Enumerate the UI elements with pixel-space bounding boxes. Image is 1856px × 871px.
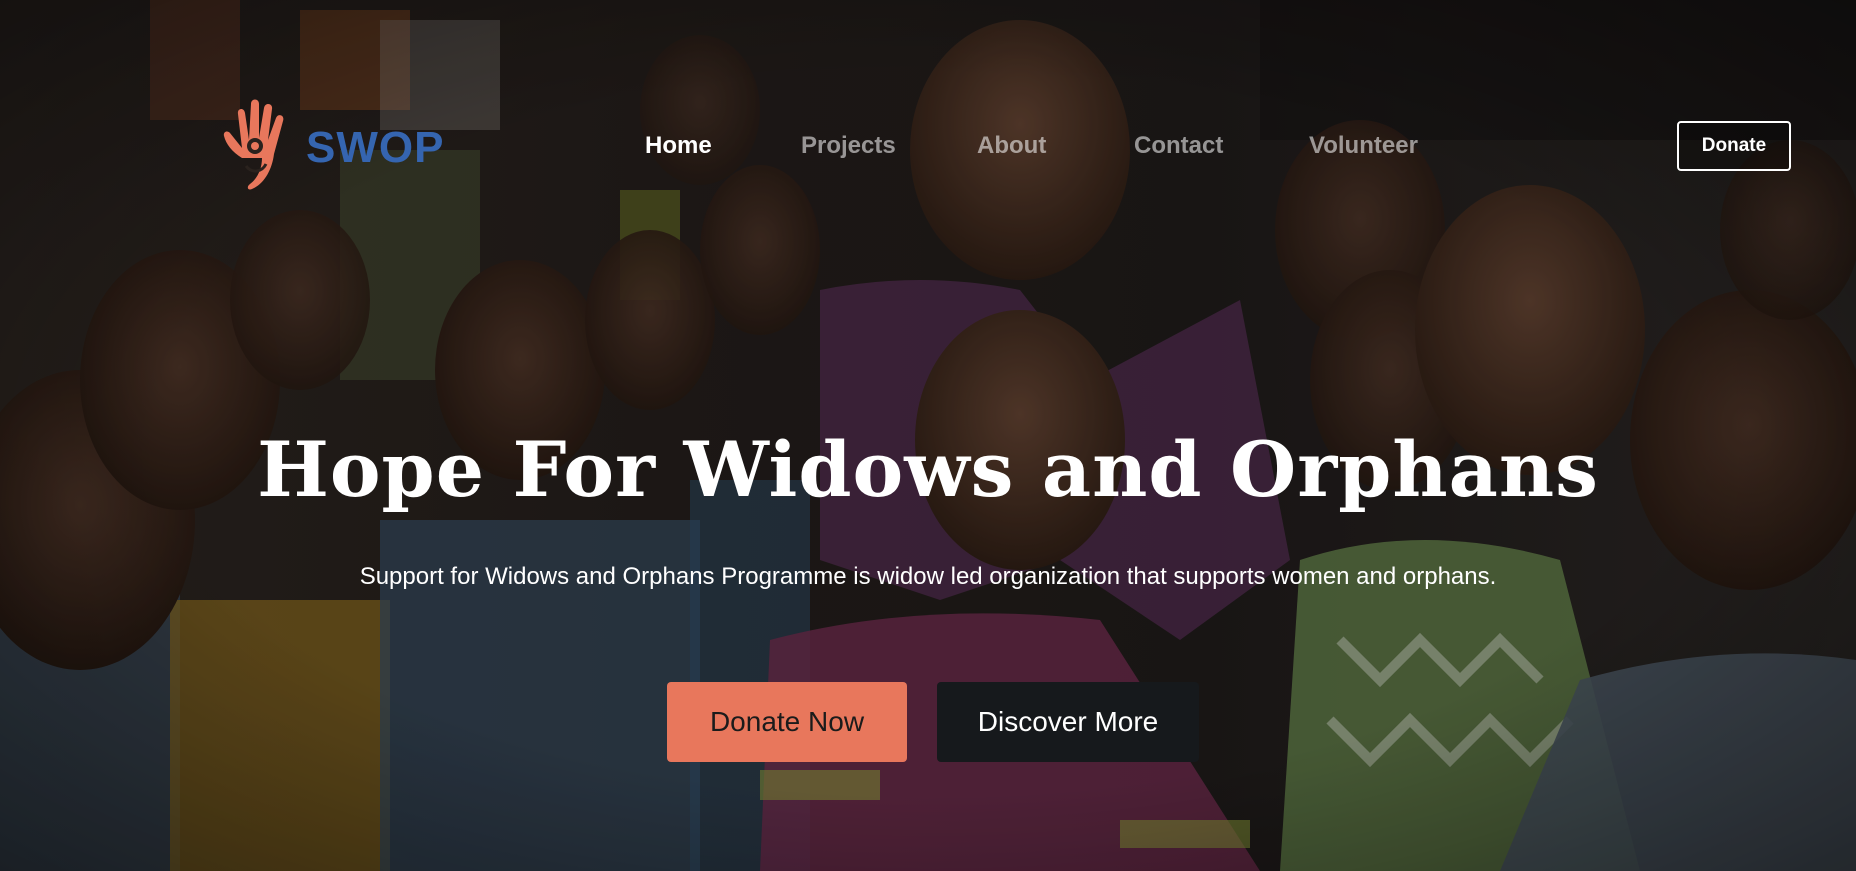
- nav-contact[interactable]: Contact: [1134, 126, 1223, 166]
- nav-volunteer[interactable]: Volunteer: [1309, 126, 1418, 166]
- donate-button[interactable]: Donate: [1677, 121, 1791, 171]
- cta-row: Donate Now Discover More: [667, 682, 1199, 762]
- hero-section: SWOP Home Projects About Contact Volunte…: [0, 0, 1856, 871]
- nav-home[interactable]: Home: [645, 126, 712, 166]
- hero-title: Hope For Widows and Orphans: [257, 425, 1599, 514]
- nav-links: Home Projects About Contact Volunteer: [0, 126, 1856, 166]
- discover-more-button[interactable]: Discover More: [937, 682, 1199, 762]
- hero-subtitle: Support for Widows and Orphans Programme…: [359, 563, 1497, 590]
- nav-projects[interactable]: Projects: [801, 126, 896, 166]
- nav-about[interactable]: About: [977, 126, 1046, 166]
- navbar: SWOP Home Projects About Contact Volunte…: [0, 0, 1856, 292]
- hero-content: Hope For Widows and Orphans Support for …: [0, 420, 1856, 592]
- donate-now-button[interactable]: Donate Now: [667, 682, 907, 762]
